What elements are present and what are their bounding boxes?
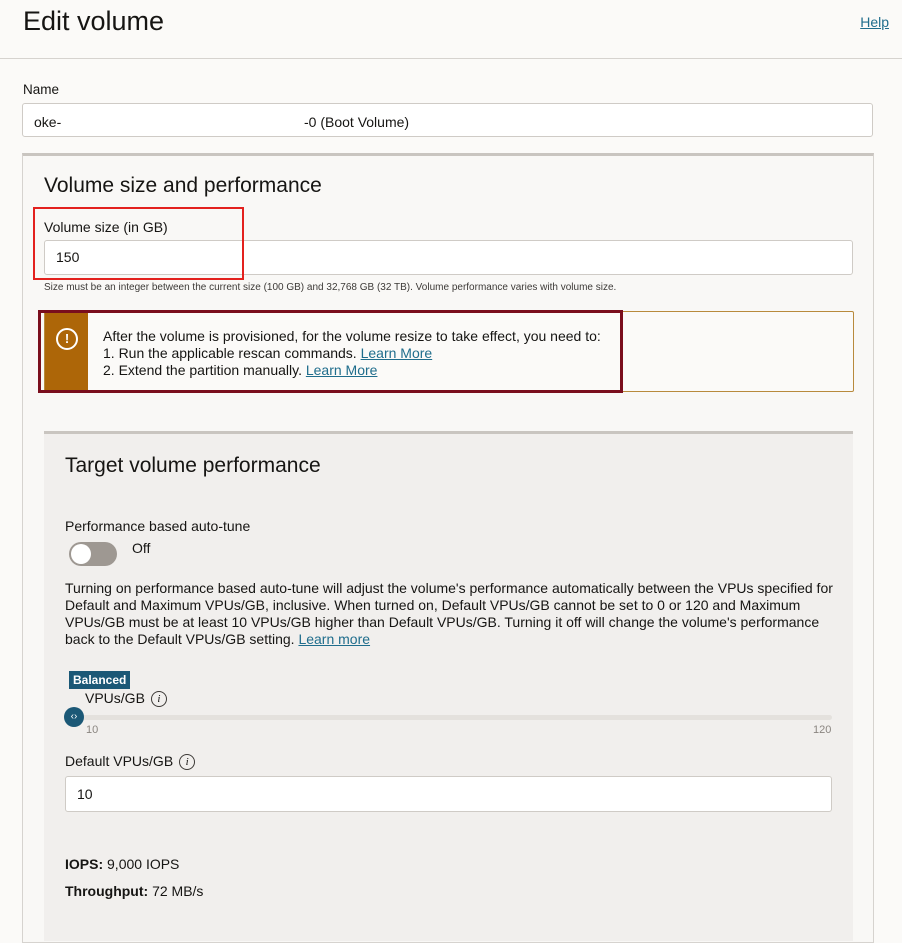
name-suffix: -0 (Boot Volume): [304, 114, 410, 130]
info-icon[interactable]: i: [150, 691, 167, 707]
slider-max-label: 120: [813, 724, 832, 736]
default-vpus-label: Default VPUs/GB i: [65, 753, 196, 770]
default-vpus-input[interactable]: 10: [65, 776, 832, 812]
partition-learn-more-link[interactable]: Learn More: [306, 362, 378, 378]
vpus-slider-track[interactable]: [74, 715, 832, 720]
volume-size-label: Volume size (in GB): [44, 219, 168, 235]
throughput-value: 72 MB/s: [152, 883, 204, 899]
vpus-slider-thumb[interactable]: ‹›: [64, 707, 84, 727]
iops-label: IOPS:: [65, 856, 104, 872]
warning-text: After the volume is provisioned, for the…: [103, 328, 601, 379]
warning-strip: !: [45, 312, 88, 391]
autotune-learn-more-link[interactable]: Learn more: [298, 631, 370, 647]
warning-line-2: 1. Run the applicable rescan commands. L…: [103, 345, 601, 362]
page-header: Edit volume Help: [0, 0, 902, 59]
exclamation-icon: !: [56, 328, 78, 350]
balanced-badge: Balanced: [69, 671, 131, 689]
autotune-description-text: Turning on performance based auto-tune w…: [65, 580, 833, 647]
autotune-toggle[interactable]: [69, 542, 117, 566]
warning-line-3: 2. Extend the partition manually. Learn …: [103, 362, 601, 379]
warning-line-1: After the volume is provisioned, for the…: [103, 328, 601, 344]
name-field[interactable]: oke- -0 (Boot Volume): [22, 103, 873, 137]
iops-value: 9,000 IOPS: [107, 856, 180, 872]
volume-size-hint: Size must be an integer between the curr…: [44, 282, 617, 293]
slider-min-label: 10: [86, 724, 99, 736]
toggle-knob: [71, 544, 91, 564]
name-label: Name: [23, 82, 60, 97]
rescan-learn-more-link[interactable]: Learn More: [361, 345, 433, 361]
warning-line-3-text: 2. Extend the partition manually.: [103, 362, 302, 378]
throughput-label: Throughput:: [65, 883, 149, 899]
performance-title: Target volume performance: [65, 454, 321, 477]
throughput-readout: Throughput: 72 MB/s: [65, 883, 203, 899]
iops-readout: IOPS: 9,000 IOPS: [65, 856, 179, 872]
default-vpus-label-text: Default VPUs/GB: [65, 753, 174, 769]
page-title: Edit volume: [23, 6, 165, 36]
autotune-label: Performance based auto-tune: [65, 518, 251, 534]
name-prefix: oke-: [34, 114, 62, 130]
help-link[interactable]: Help: [860, 14, 889, 30]
volume-size-input[interactable]: 150: [44, 240, 853, 275]
resize-warning-banner: ! After the volume is provisioned, for t…: [44, 311, 854, 392]
info-icon[interactable]: i: [179, 754, 196, 770]
vpus-slider-label: VPUs/GB i: [85, 690, 167, 707]
autotune-state: Off: [132, 540, 151, 556]
section-title: Volume size and performance: [44, 174, 322, 197]
warning-line-2-text: 1. Run the applicable rescan commands.: [103, 345, 357, 361]
autotune-description: Turning on performance based auto-tune w…: [65, 580, 840, 648]
vpus-label-text: VPUs/GB: [85, 690, 145, 706]
